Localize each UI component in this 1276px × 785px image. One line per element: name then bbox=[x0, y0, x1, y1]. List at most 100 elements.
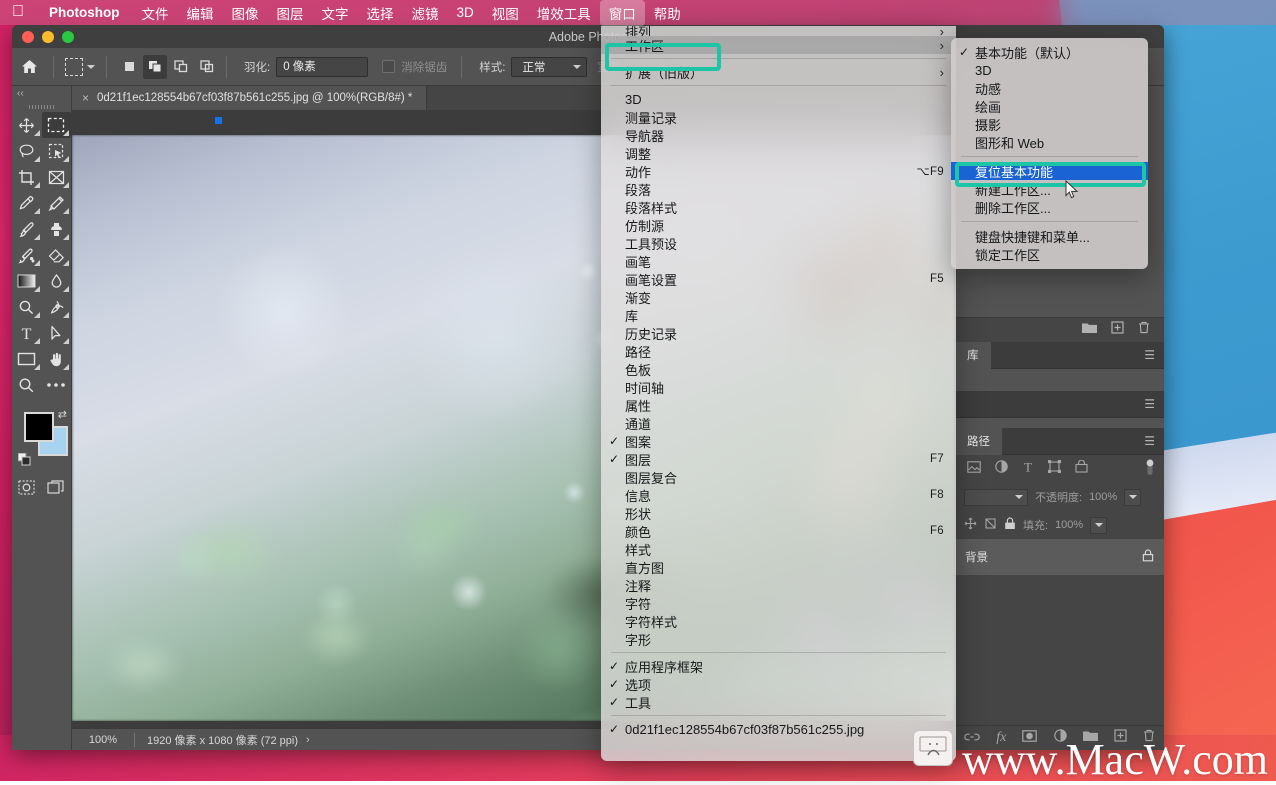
lock-transparent-icon[interactable] bbox=[964, 517, 977, 533]
menubar-item-file[interactable]: 文件 bbox=[133, 0, 178, 26]
move-tool[interactable] bbox=[12, 112, 42, 138]
window-menu-item[interactable]: 测量记录 bbox=[601, 108, 956, 126]
window-menu-item[interactable]: 库 bbox=[601, 306, 956, 324]
window-menu-item[interactable]: 时间轴 bbox=[601, 378, 956, 396]
rectangular-marquee-tool[interactable] bbox=[42, 112, 72, 138]
menubar-item-image[interactable]: 图像 bbox=[223, 0, 268, 26]
fill-value[interactable]: 100% bbox=[1055, 519, 1083, 531]
workspace-menu-item[interactable]: 删除工作区... bbox=[951, 198, 1148, 216]
add-to-selection-button[interactable] bbox=[143, 55, 167, 79]
workspace-menu-item[interactable]: 绘画 bbox=[951, 97, 1148, 115]
chevron-down-icon[interactable] bbox=[87, 65, 95, 69]
workspace-menu-item[interactable]: 键盘快捷键和菜单... bbox=[951, 227, 1148, 245]
window-menu-item[interactable]: 图层复合 bbox=[601, 468, 956, 486]
menubar-item-help[interactable]: 帮助 bbox=[645, 0, 690, 26]
shape-filter-icon[interactable] bbox=[1048, 460, 1061, 478]
window-menu-item[interactable]: 动作⌥F9 bbox=[601, 162, 956, 180]
window-menu-item[interactable]: 路径 bbox=[601, 342, 956, 360]
status-expand-icon[interactable]: › bbox=[306, 734, 310, 746]
workspace-menu-item[interactable]: ✓基本功能（默认） bbox=[951, 43, 1148, 61]
menubar-item-filter[interactable]: 滤镜 bbox=[403, 0, 448, 26]
tool-preset-picker[interactable] bbox=[61, 58, 99, 76]
dock-finder-icon[interactable] bbox=[913, 730, 953, 766]
type-filter-icon[interactable]: T bbox=[1022, 460, 1034, 478]
lock-image-icon[interactable] bbox=[984, 517, 997, 533]
menubar-item-3d[interactable]: 3D bbox=[448, 2, 483, 23]
window-menu-item[interactable]: ✓应用程序框架 bbox=[601, 657, 956, 675]
swap-colors-icon[interactable]: ⇄ bbox=[58, 408, 67, 421]
delete-icon[interactable] bbox=[1138, 321, 1150, 339]
window-menu-item[interactable]: 画笔 bbox=[601, 252, 956, 270]
menubar-item-type[interactable]: 文字 bbox=[313, 0, 358, 26]
window-menu-item[interactable]: 工具预设 bbox=[601, 234, 956, 252]
close-icon[interactable]: × bbox=[82, 91, 89, 105]
eraser-tool[interactable] bbox=[42, 242, 72, 268]
lock-position-icon[interactable] bbox=[1004, 517, 1016, 533]
window-menu-item[interactable]: 颜色F6 bbox=[601, 522, 956, 540]
new-group-icon[interactable] bbox=[1082, 321, 1097, 339]
blend-mode-select[interactable] bbox=[964, 489, 1028, 506]
opacity-stepper[interactable] bbox=[1124, 489, 1141, 506]
antialias-checkbox[interactable] bbox=[382, 60, 395, 73]
workspace-menu-item[interactable]: 动感 bbox=[951, 79, 1148, 97]
foreground-color-swatch[interactable] bbox=[24, 412, 54, 442]
home-icon[interactable] bbox=[12, 59, 46, 74]
window-menu-item[interactable]: 属性 bbox=[601, 396, 956, 414]
window-menu-item[interactable]: 仿制源 bbox=[601, 216, 956, 234]
style-select[interactable]: 正常 bbox=[511, 57, 587, 77]
menubar-item-photoshop[interactable]: Photoshop bbox=[40, 2, 133, 23]
workspace-menu-item[interactable]: 图形和 Web bbox=[951, 133, 1148, 151]
smart-object-filter-icon[interactable] bbox=[1075, 460, 1088, 478]
quick-selection-tool[interactable] bbox=[42, 138, 72, 164]
window-menu-item[interactable]: 3D bbox=[601, 90, 956, 108]
selection-mode-group[interactable] bbox=[117, 55, 219, 79]
window-menu-item[interactable]: 字符样式 bbox=[601, 612, 956, 630]
tab-paths[interactable]: 路径 bbox=[955, 428, 1002, 455]
workspace-menu-item[interactable]: 锁定工作区 bbox=[951, 245, 1148, 263]
crop-tool[interactable] bbox=[12, 164, 42, 190]
zoom-level[interactable]: 100% bbox=[72, 734, 134, 746]
window-menu-item[interactable]: 通道 bbox=[601, 414, 956, 432]
workspace-menu-item[interactable]: 复位基本功能 bbox=[951, 162, 1148, 180]
adjustment-filter-icon[interactable] bbox=[995, 460, 1008, 478]
panel-menu-icon[interactable]: ☰ bbox=[1144, 348, 1155, 362]
intersect-selection-button[interactable] bbox=[195, 55, 219, 79]
window-menu-item[interactable]: 导航器 bbox=[601, 126, 956, 144]
workspace-menu-item[interactable]: 摄影 bbox=[951, 115, 1148, 133]
window-menu-item[interactable]: 排列› bbox=[601, 26, 956, 36]
window-menu-item[interactable]: ✓图层F7 bbox=[601, 450, 956, 468]
path-selection-tool[interactable] bbox=[42, 320, 72, 346]
clone-stamp-tool[interactable] bbox=[42, 216, 72, 242]
dodge-tool[interactable] bbox=[12, 294, 42, 320]
panel-grip[interactable] bbox=[12, 102, 71, 112]
new-item-icon[interactable] bbox=[1111, 321, 1124, 339]
eyedropper-tool[interactable] bbox=[12, 190, 42, 216]
panel-menu-icon[interactable]: ☰ bbox=[1144, 397, 1155, 411]
quick-mask-icon[interactable] bbox=[12, 474, 42, 500]
rectangle-tool[interactable] bbox=[12, 346, 42, 372]
menubar-item-view[interactable]: 视图 bbox=[483, 0, 528, 26]
window-menu-item[interactable]: 注释 bbox=[601, 576, 956, 594]
window-menu-item[interactable]: 形状 bbox=[601, 504, 956, 522]
menubar-item-edit[interactable]: 编辑 bbox=[178, 0, 223, 26]
workspace-menu-item[interactable]: 新建工作区... bbox=[951, 180, 1148, 198]
window-menu-item[interactable]: 直方图 bbox=[601, 558, 956, 576]
window-menu-item[interactable]: 样式 bbox=[601, 540, 956, 558]
window-menu-item[interactable]: 渐变 bbox=[601, 288, 956, 306]
workspace-menu-item[interactable]: 3D bbox=[951, 61, 1148, 79]
type-tool[interactable]: T bbox=[12, 320, 42, 346]
window-menu-item[interactable]: 历史记录 bbox=[601, 324, 956, 342]
opacity-value[interactable]: 100% bbox=[1089, 491, 1117, 503]
frame-tool[interactable] bbox=[42, 164, 72, 190]
apple-logo-icon[interactable]:  bbox=[12, 4, 24, 20]
more-tools-icon[interactable] bbox=[42, 372, 72, 398]
feather-input[interactable]: 0 像素 bbox=[276, 57, 368, 77]
pen-tool[interactable] bbox=[42, 294, 72, 320]
collapse-panel-icon[interactable]: ‹‹ bbox=[12, 88, 71, 102]
menubar-item-select[interactable]: 选择 bbox=[358, 0, 403, 26]
window-menu-item[interactable]: 段落样式 bbox=[601, 198, 956, 216]
gradient-tool[interactable] bbox=[12, 268, 42, 294]
tab-library[interactable]: 库 bbox=[955, 342, 991, 369]
menubar-item-layer[interactable]: 图层 bbox=[268, 0, 313, 26]
panel-menu-icon[interactable]: ☰ bbox=[1144, 434, 1155, 448]
